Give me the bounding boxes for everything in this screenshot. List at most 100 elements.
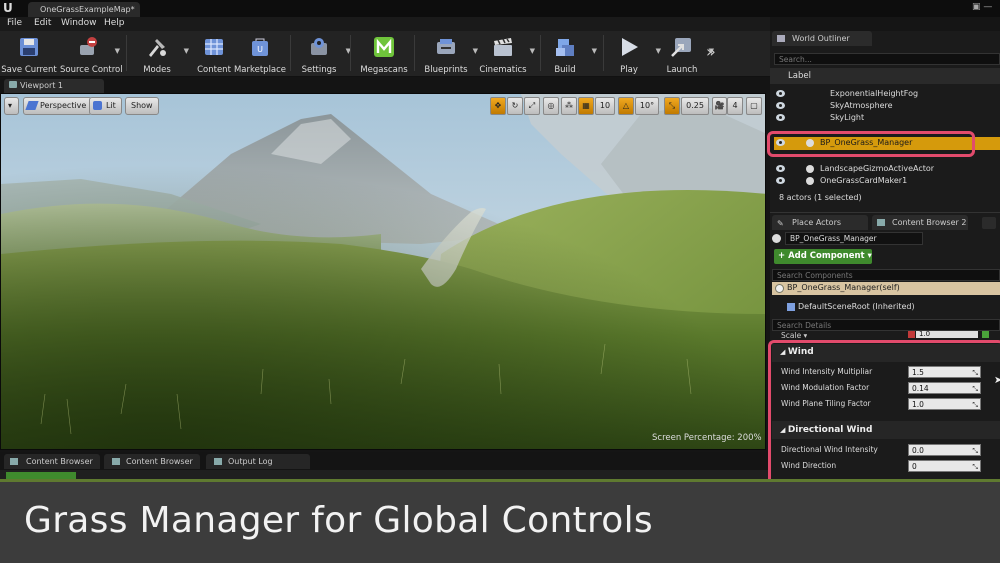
toolbar-separator: [414, 35, 415, 71]
outliner-row[interactable]: SkyAtmosphere: [774, 100, 1000, 112]
panel-divider: [770, 212, 1000, 213]
toolbar-separator: [350, 35, 351, 71]
megascans-label: Megascans: [360, 65, 408, 75]
place-actors-icon: ✎: [777, 219, 784, 228]
scale-snap-value[interactable]: 0.25: [681, 97, 709, 115]
add-component-button[interactable]: + Add Component ▾: [774, 249, 872, 264]
tab-content-browser-2[interactable]: Content Browser 2: [872, 215, 968, 230]
show-button[interactable]: Show: [125, 97, 159, 115]
eye-icon[interactable]: [776, 102, 785, 109]
viewport-options-button[interactable]: ▾: [4, 97, 19, 115]
source-control-label: Source Control: [60, 65, 123, 75]
world-outliner-label: World Outliner: [792, 34, 850, 43]
actor-icon: [806, 165, 814, 173]
tab-label: Place Actors: [792, 218, 842, 227]
menu-file[interactable]: File: [7, 18, 22, 28]
settings-button[interactable]: Settings ▼: [291, 33, 351, 75]
grid-snap-value[interactable]: 10: [595, 97, 615, 115]
search-components-input[interactable]: Search Components: [772, 269, 1000, 281]
outliner-row[interactable]: LandscapeGizmoActiveActor: [774, 163, 1000, 175]
scale-mode-icon[interactable]: ⤢: [524, 97, 540, 115]
eye-icon[interactable]: [776, 114, 785, 121]
floppy-disk-icon: [20, 38, 38, 56]
marketplace-label: Marketplace: [233, 65, 287, 75]
chevron-down-icon[interactable]: ▼: [592, 47, 597, 55]
eye-icon[interactable]: [776, 90, 785, 97]
scale-snap-icon[interactable]: ⤡: [664, 97, 680, 115]
scale-x-field[interactable]: 1.0: [916, 331, 978, 338]
surface-snapping-icon[interactable]: ⁂: [561, 97, 577, 115]
build-icon: [556, 39, 574, 56]
menu-edit[interactable]: Edit: [34, 18, 51, 28]
play-button[interactable]: Play ▼: [601, 33, 661, 75]
viewport-tab-bar: [0, 77, 770, 93]
tab-world-outliner[interactable]: World Outliner: [772, 31, 872, 46]
modes-label: Modes: [143, 65, 171, 75]
svg-text:U: U: [257, 45, 263, 54]
megascans-button[interactable]: Megascans: [356, 33, 412, 75]
tab-label: Content Browser 2: [892, 218, 967, 227]
content-browser-icon: [112, 458, 120, 465]
level-viewport[interactable]: [0, 93, 766, 450]
grid-snap-icon[interactable]: ▦: [578, 97, 594, 115]
cinematics-label: Cinematics: [479, 65, 527, 75]
window-controls[interactable]: ▣ —: [972, 2, 998, 14]
actor-name-field[interactable]: BP_OneGrass_Manager: [785, 232, 923, 245]
source-control-button[interactable]: Source Control ▼: [60, 33, 123, 75]
source-control-icon: [80, 37, 97, 55]
save-current-button[interactable]: Save Current: [1, 33, 57, 75]
map-tab[interactable]: OneGrassExampleMap*: [28, 2, 140, 17]
caption-text: Grass Manager for Global Controls: [24, 500, 653, 541]
chevron-down-icon[interactable]: ▼: [115, 47, 120, 55]
blueprints-button[interactable]: Blueprints ▼: [418, 33, 478, 75]
eye-icon[interactable]: [776, 177, 785, 184]
outliner-row[interactable]: ExponentialHeightFog: [774, 88, 1000, 100]
menu-window[interactable]: Window: [61, 18, 97, 28]
tab-content-browser-1[interactable]: Content Browser 1: [4, 454, 100, 481]
scale-y-marker: [982, 331, 989, 338]
outliner-search-input[interactable]: Search...: [774, 53, 1000, 65]
settings-label: Settings: [301, 65, 337, 75]
build-button[interactable]: Build ▼: [537, 33, 597, 75]
cinematics-button[interactable]: Cinematics ▼: [475, 33, 535, 75]
launch-icon: [671, 38, 691, 57]
settings-icon: [311, 38, 327, 55]
viewport-tab[interactable]: Viewport 1: [4, 79, 104, 93]
self-component-label: BP_OneGrass_Manager(self): [787, 283, 900, 292]
mouse-cursor-icon: ➤: [994, 375, 1000, 386]
toolbar-overflow-icon[interactable]: »: [706, 42, 716, 61]
camera-speed-icon[interactable]: 🎥: [712, 97, 727, 115]
outliner-status: 8 actors (1 selected): [779, 193, 862, 202]
highlight-outliner-selection: [767, 131, 975, 157]
lit-label: Lit: [106, 101, 116, 110]
label-column-header[interactable]: Label: [788, 71, 811, 81]
scene-root-icon: [787, 303, 795, 311]
search-details-input[interactable]: Search Details: [772, 319, 1000, 331]
launch-button[interactable]: Launch ▼: [654, 33, 714, 75]
default-scene-root-label[interactable]: DefaultSceneRoot (Inherited): [798, 302, 915, 311]
show-label: Show: [131, 101, 153, 110]
translate-mode-icon[interactable]: ✥: [490, 97, 506, 115]
outliner-row[interactable]: OneGrassCardMaker1: [774, 175, 1000, 187]
actor-icon: [775, 284, 784, 293]
chevron-down-icon[interactable]: ▼: [530, 47, 535, 55]
tab-place-actors[interactable]: Place Actors: [772, 215, 868, 230]
rotation-snap-value[interactable]: 10°: [635, 97, 659, 115]
outliner-row[interactable]: SkyLight: [774, 112, 1000, 124]
scale-x-marker: [908, 331, 915, 338]
megascans-icon: [374, 37, 394, 57]
world-space-icon[interactable]: ◎: [543, 97, 559, 115]
perspective-label: Perspective: [40, 101, 87, 110]
tab-details[interactable]: [982, 217, 996, 229]
eye-icon[interactable]: [776, 165, 785, 172]
menu-help[interactable]: Help: [104, 18, 125, 28]
rotate-mode-icon[interactable]: ↻: [507, 97, 523, 115]
launch-label: Launch: [666, 65, 698, 75]
world-outliner-icon: [777, 35, 785, 42]
rotation-snap-icon[interactable]: △: [618, 97, 634, 115]
maximize-viewport-icon[interactable]: ▢: [746, 97, 762, 115]
marketplace-button[interactable]: U Marketplace: [232, 33, 288, 75]
modes-button[interactable]: Modes ▼: [129, 33, 189, 75]
content-browser-icon: [877, 219, 885, 226]
camera-speed-value[interactable]: 4: [727, 97, 743, 115]
